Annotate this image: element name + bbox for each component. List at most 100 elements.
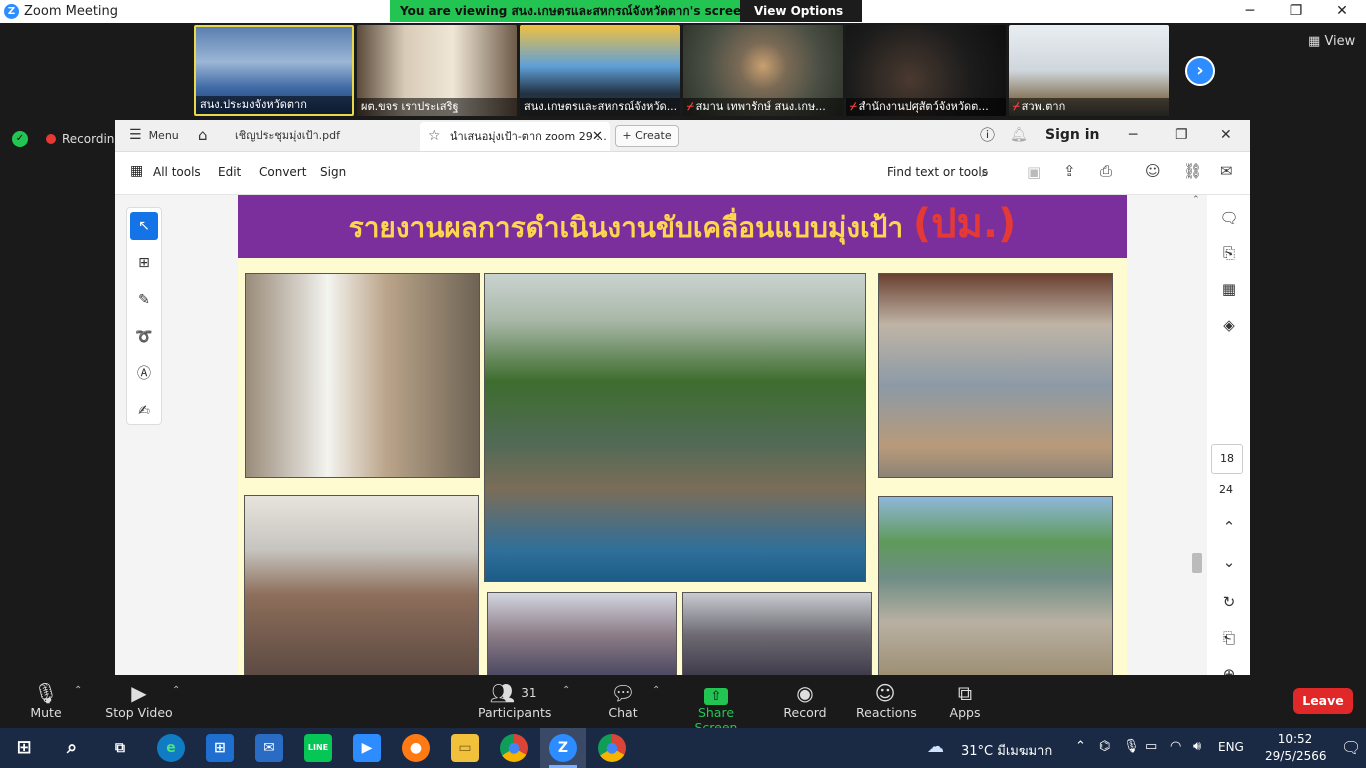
all-tools-icon[interactable]: ▦ bbox=[130, 163, 143, 179]
acrobat-restore-button[interactable]: ❐ bbox=[1175, 120, 1188, 151]
mute-button[interactable]: 🎙︎ Mute bbox=[26, 681, 66, 720]
wifi-icon[interactable]: ◠ bbox=[1170, 739, 1181, 754]
create-button[interactable]: + Create bbox=[615, 125, 679, 147]
zoom-in-icon[interactable]: ⊕ bbox=[1218, 665, 1240, 675]
language-indicator[interactable]: ENG bbox=[1218, 740, 1244, 754]
participant-thumbnail[interactable]: ⌿ สำนักงานปศุสัตว์จังหวัดต... bbox=[846, 25, 1006, 116]
participants-button[interactable]: 👥︎ 31 Participants bbox=[478, 681, 551, 720]
maximize-button[interactable]: ❐ bbox=[1273, 0, 1319, 23]
fill-sign-icon[interactable]: ✍ bbox=[130, 397, 158, 425]
scroll-up-icon[interactable]: ⌃ bbox=[1192, 195, 1200, 205]
rotate-icon[interactable]: ↻ bbox=[1218, 593, 1240, 611]
video-options-caret[interactable]: ⌃ bbox=[172, 685, 180, 696]
share-user-icon[interactable]: ☺ bbox=[1145, 162, 1161, 180]
sign-in-button[interactable]: Sign in bbox=[1045, 120, 1100, 151]
page-down-icon[interactable]: ⌄ bbox=[1218, 553, 1240, 571]
share-screen-button[interactable]: ⇧Share Screen bbox=[678, 681, 754, 735]
view-options-button[interactable]: View Options ⌄ bbox=[740, 0, 862, 40]
menu-sign[interactable]: Sign bbox=[320, 165, 346, 179]
task-view-icon[interactable]: ⧉ bbox=[106, 734, 134, 762]
menu-all-tools[interactable]: All tools bbox=[153, 165, 201, 179]
minimize-button[interactable]: ─ bbox=[1227, 0, 1273, 23]
upload-icon[interactable]: ⇪ bbox=[1063, 162, 1076, 180]
bookmark-icon[interactable]: ⎘ bbox=[1218, 244, 1240, 262]
battery-icon[interactable]: ▭ bbox=[1145, 739, 1157, 754]
edge-browser-icon[interactable]: e bbox=[157, 734, 185, 762]
email-icon[interactable]: ✉ bbox=[1220, 162, 1233, 180]
participant-thumbnail[interactable]: ⌿ สมาน เทพารักษ์ สนง.เกษ... bbox=[683, 25, 843, 116]
vertical-scrollbar[interactable]: ⌃ bbox=[1190, 195, 1204, 675]
bell-icon[interactable]: 🔔︎ bbox=[1010, 120, 1028, 151]
home-icon[interactable]: ⌂ bbox=[198, 120, 208, 151]
tray-expand-icon[interactable]: ⌃ bbox=[1075, 739, 1086, 754]
search-icon[interactable]: ⌕ bbox=[981, 163, 989, 181]
meet-now-icon[interactable]: ⌬ bbox=[1099, 739, 1110, 754]
file-explorer-icon[interactable]: ▭ bbox=[451, 734, 479, 762]
record-button[interactable]: ◉ Record bbox=[783, 681, 827, 720]
scrollbar-thumb[interactable] bbox=[1192, 553, 1202, 573]
weather-cloud-icon[interactable]: ☁ bbox=[927, 737, 944, 757]
firefox-icon[interactable]: ● bbox=[402, 734, 430, 762]
chrome-icon[interactable]: ● bbox=[500, 734, 528, 762]
shield-icon[interactable]: ✓ bbox=[12, 131, 28, 147]
menu-edit[interactable]: Edit bbox=[218, 165, 241, 179]
close-tab-icon[interactable]: ✕ bbox=[592, 122, 603, 151]
menu-convert[interactable]: Convert bbox=[259, 165, 306, 179]
export-page-icon[interactable]: ⎗ bbox=[1218, 629, 1240, 647]
acrobat-minimize-button[interactable]: ─ bbox=[1129, 120, 1137, 151]
stop-video-button[interactable]: ▶︎ Stop Video bbox=[100, 681, 178, 720]
tab-file[interactable]: เชิญประชุมมุ่งเป้า.pdf bbox=[235, 120, 340, 151]
draw-freeform-icon[interactable]: ➰ bbox=[130, 323, 158, 351]
acrobat-toolbar: ▦ All tools Edit Convert Sign Find text … bbox=[115, 152, 1250, 195]
select-cursor-icon[interactable]: ↖ bbox=[130, 212, 158, 240]
find-tools-field[interactable]: Find text or tools bbox=[887, 165, 988, 179]
chat-button[interactable]: 💬︎ Chat bbox=[603, 681, 643, 720]
store-icon[interactable]: ⊞ bbox=[206, 734, 234, 762]
acrobat-menu-button[interactable]: ☰ Menu bbox=[129, 120, 179, 151]
apps-icon: ⧉ bbox=[957, 681, 973, 705]
zoom-taskbar-icon[interactable]: ▶ bbox=[353, 734, 381, 762]
zoom-meeting-taskbar-icon[interactable]: Z bbox=[549, 734, 577, 762]
current-page-input[interactable]: 18 bbox=[1211, 444, 1243, 474]
participant-thumbnail[interactable]: สนง.ประมงจังหวัดตาก bbox=[194, 25, 354, 116]
microphone-tray-icon[interactable]: 🎙︎ bbox=[1123, 739, 1140, 754]
windows-start-icon[interactable]: ⊞ bbox=[10, 734, 38, 762]
leave-button[interactable]: Leave bbox=[1293, 688, 1353, 714]
tab-active-document[interactable]: ☆ นำเสนอมุ่งเป้า-ตาก zoom 29 ... ✕ bbox=[420, 122, 610, 151]
text-box-icon[interactable]: Ⓐ bbox=[130, 360, 158, 388]
clock-time[interactable]: 10:52 bbox=[1270, 732, 1320, 746]
clock-date[interactable]: 29/5/2566 bbox=[1265, 749, 1327, 763]
print-icon[interactable]: ⎙ bbox=[1100, 162, 1112, 180]
weather-text[interactable]: 31°C มีเมฆมาก bbox=[961, 740, 1052, 761]
reactions-button[interactable]: ☺ Reactions bbox=[856, 681, 917, 720]
participant-thumbnail[interactable]: สนง.เกษตรและสหกรณ์จังหวัด... bbox=[520, 25, 680, 116]
recording-indicator[interactable]: Recording bbox=[46, 132, 122, 146]
right-rail: 🗨︎ ⎘ ▦ ◈ ⌃ ⌄ ↻ ⎗ ⊕ bbox=[1207, 195, 1250, 675]
notifications-icon[interactable]: 🗨︎ bbox=[1341, 738, 1361, 757]
star-icon[interactable]: ☆ bbox=[428, 122, 441, 151]
apps-button[interactable]: ⧉ Apps bbox=[946, 681, 984, 720]
line-app-icon[interactable]: LINE bbox=[304, 734, 332, 762]
participants-options-caret[interactable]: ⌃ bbox=[562, 685, 570, 696]
highlight-pen-icon[interactable]: ✎ bbox=[130, 286, 158, 314]
chat-options-caret[interactable]: ⌃ bbox=[652, 685, 660, 696]
layers-icon[interactable]: ◈ bbox=[1218, 316, 1240, 334]
acrobat-close-button[interactable]: ✕ bbox=[1220, 120, 1232, 151]
add-comment-icon[interactable]: ⊞ bbox=[130, 249, 158, 277]
mail-icon[interactable]: ✉ bbox=[255, 734, 283, 762]
chrome-profile-icon[interactable]: ● bbox=[598, 734, 626, 762]
close-window-button[interactable]: ✕ bbox=[1319, 0, 1365, 23]
volume-icon[interactable]: 🔊︎ bbox=[1193, 739, 1201, 754]
comment-icon[interactable]: 🗨︎ bbox=[1218, 209, 1240, 227]
view-button[interactable]: ▦ View bbox=[1308, 34, 1355, 49]
help-icon[interactable]: ⓘ bbox=[980, 120, 995, 151]
link-icon[interactable]: ⛓ bbox=[1183, 162, 1202, 180]
participant-thumbnail[interactable]: ผต.ขจร เราประเสริฐ bbox=[357, 25, 517, 116]
search-icon[interactable]: ⌕ bbox=[58, 734, 86, 762]
page-up-icon[interactable]: ⌃ bbox=[1218, 518, 1240, 536]
participant-thumbnail[interactable]: ⌿ สวพ.ตาก bbox=[1009, 25, 1169, 116]
save-icon[interactable]: ▣ bbox=[1027, 163, 1041, 181]
next-thumbnails-button[interactable]: › bbox=[1185, 56, 1215, 86]
thumbnails-grid-icon[interactable]: ▦ bbox=[1218, 280, 1240, 298]
audio-options-caret[interactable]: ⌃ bbox=[74, 685, 82, 696]
